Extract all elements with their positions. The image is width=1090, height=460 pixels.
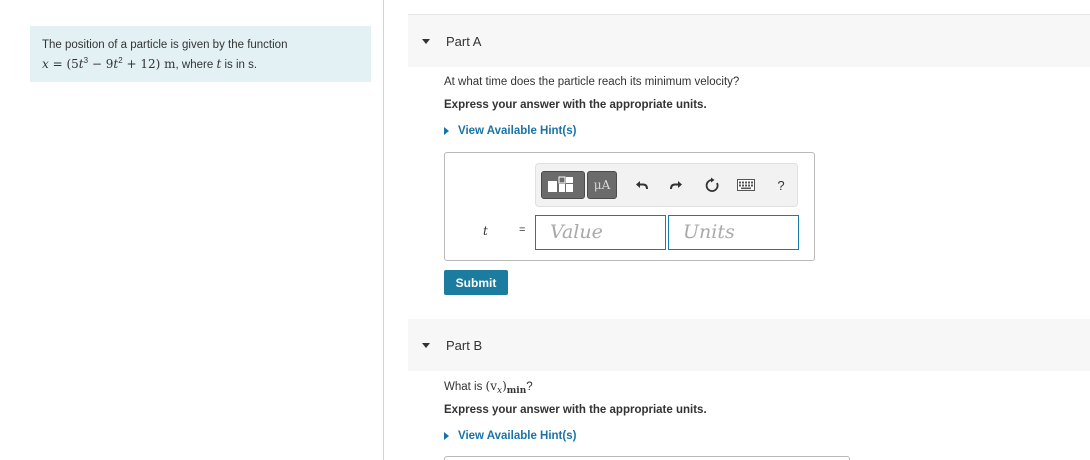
- hint-link-label: View Available Hint(s): [458, 430, 577, 442]
- intro-formula-line: x = (5t3 − 9t2 + 12) m, where t is in s.: [42, 53, 359, 73]
- keyboard-button[interactable]: [735, 171, 757, 199]
- undo-button[interactable]: [631, 171, 653, 199]
- panel-divider: [383, 0, 384, 460]
- where-after: is in s.: [221, 59, 258, 71]
- part-b-question-suffix: ?: [526, 381, 533, 393]
- submit-button[interactable]: Submit: [444, 270, 508, 295]
- part-b-hint-link[interactable]: View Available Hint(s): [444, 430, 576, 442]
- units-placeholder: Units: [683, 221, 735, 243]
- redo-button[interactable]: [665, 171, 687, 199]
- part-b-question-prefix: What is: [444, 381, 486, 393]
- equals-sign: =: [519, 224, 526, 236]
- keyboard-icon: [737, 179, 755, 191]
- formula-unit: m: [164, 57, 176, 71]
- answer-variable-label: t: [483, 224, 488, 238]
- intro-text: The position of a particle is given by t…: [42, 39, 288, 51]
- hint-link-label: View Available Hint(s): [458, 125, 577, 137]
- part-a-header[interactable]: Part A: [408, 15, 1090, 67]
- value-placeholder: Value: [550, 221, 603, 243]
- templates-icon: [548, 176, 573, 192]
- problem-intro-panel: The position of a particle is given by t…: [0, 0, 384, 460]
- part-b-var-open: (v: [486, 379, 497, 393]
- redo-icon: [670, 181, 682, 190]
- part-b-sub-min: min: [506, 386, 527, 396]
- answer-entry-box: μA ? t = Value Units: [444, 152, 815, 261]
- part-a-hint-link[interactable]: View Available Hint(s): [444, 125, 576, 137]
- reset-icon: [705, 177, 719, 192]
- part-b-instruction: Express your answer with the appropriate…: [444, 404, 707, 416]
- help-button[interactable]: ?: [772, 171, 790, 199]
- units-label: μA: [593, 178, 611, 192]
- expand-triangle-icon: [444, 127, 449, 135]
- part-a-title: Part A: [446, 33, 482, 49]
- problem-statement: The position of a particle is given by t…: [30, 26, 371, 82]
- formula-mid2: + 12): [122, 57, 165, 71]
- part-b-answer-box: [444, 456, 850, 460]
- formula-var-x: x: [42, 57, 49, 71]
- collapse-caret-icon[interactable]: [422, 38, 430, 44]
- units-input[interactable]: Units: [668, 215, 799, 250]
- math-toolbar: μA ?: [535, 163, 798, 207]
- formula-eq: = (5: [48, 57, 79, 71]
- part-b-title: Part B: [446, 337, 483, 353]
- collapse-caret-icon[interactable]: [422, 342, 430, 348]
- part-a-instruction: Express your answer with the appropriate…: [444, 99, 707, 111]
- part-a-question: At what time does the particle reach its…: [444, 76, 740, 88]
- formula-mid1: − 9: [88, 57, 114, 71]
- part-b-header[interactable]: Part B: [408, 319, 1090, 371]
- units-button[interactable]: μA: [587, 171, 617, 199]
- reset-button[interactable]: [701, 171, 723, 199]
- undo-icon: [636, 181, 648, 190]
- var-open-text: (v: [485, 379, 498, 393]
- formula-after: , where: [175, 59, 217, 71]
- help-label: ?: [777, 177, 785, 193]
- value-input[interactable]: Value: [535, 215, 666, 250]
- part-b-question: What is (vx)min?: [444, 379, 533, 396]
- expand-triangle-icon: [444, 432, 449, 440]
- templates-button[interactable]: [541, 171, 585, 199]
